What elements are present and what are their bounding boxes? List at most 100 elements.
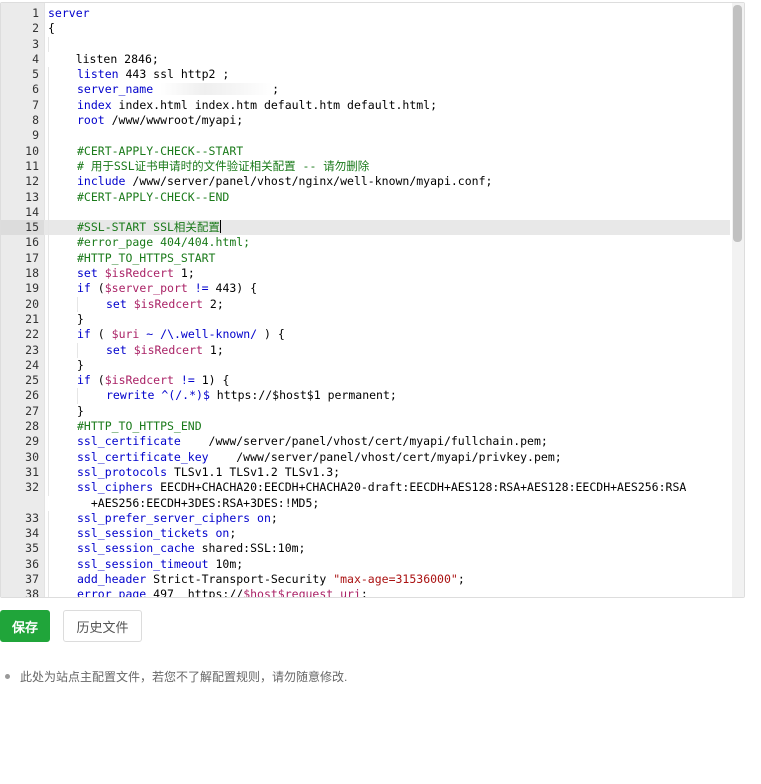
code-line[interactable]: 13 #CERT-APPLY-CHECK--END	[1, 189, 730, 205]
indent-guide	[48, 82, 77, 98]
code-line[interactable]: 19 if ($server_port != 443) {	[1, 281, 730, 297]
code-line[interactable]: 16 #error_page 404/404.html;	[1, 235, 730, 251]
line-number: 28	[25, 419, 39, 434]
code-line[interactable]: 1 server	[1, 6, 730, 21]
code-text[interactable]: rewrite ^(/.*)$ https://$host$1 permanen…	[48, 388, 730, 404]
code-text[interactable]: ssl_prefer_server_ciphers on;	[48, 510, 730, 527]
code-line[interactable]: 9	[1, 128, 730, 144]
code-text[interactable]: #CERT-APPLY-CHECK--END	[48, 189, 730, 205]
bullet-icon	[5, 674, 10, 679]
code-editor[interactable]: 1 server 2{ 3 4 listen 2846; 5 listen 443 …	[0, 2, 745, 598]
code-text[interactable]: set $isRedcert 1;	[48, 342, 730, 358]
code-line[interactable]: 33 ssl_prefer_server_ciphers on;	[1, 510, 730, 527]
code-text[interactable]: #error_page 404/404.html;	[48, 235, 730, 251]
code-line[interactable]: 8 root /www/wwwroot/myapi;	[1, 113, 730, 129]
code-line[interactable]: 11 # 用于SSL证书申请时的文件验证相关配置 -- 请勿删除	[1, 158, 730, 175]
code-line-active[interactable]: 15 #SSL-START SSL相关配置	[1, 220, 730, 236]
history-files-button[interactable]: 历史文件	[63, 610, 142, 642]
indent-guide	[48, 250, 77, 267]
code-text[interactable]: #CERT-APPLY-CHECK--START	[48, 143, 730, 159]
indent-guide	[48, 97, 77, 114]
code-line[interactable]: 24}	[1, 357, 730, 374]
code-text[interactable]: include /www/server/panel/vhost/nginx/we…	[48, 174, 730, 190]
code-text[interactable]: listen 443 ssl http2 ;	[48, 67, 730, 83]
code-line[interactable]: 27}	[1, 403, 730, 420]
code-lines[interactable]: 1 server 2{ 3 4 listen 2846; 5 listen 443 …	[1, 6, 730, 598]
code-text[interactable]: # 用于SSL证书申请时的文件验证相关配置 -- 请勿删除	[48, 158, 730, 175]
code-text[interactable]: ssl_protocols TLSv1.1 TLSv1.2 TLSv1.3;	[48, 464, 730, 481]
code-line[interactable]: 23 set $isRedcert 1;	[1, 342, 730, 358]
code-text[interactable]: }	[48, 311, 730, 328]
code-line[interactable]: 18 set $isRedcert 1;	[1, 266, 730, 282]
indent-guide	[48, 464, 77, 481]
code-text[interactable]: server	[48, 6, 730, 21]
code-line[interactable]: 29 ssl_certificate /www/server/panel/vhos…	[1, 434, 730, 450]
line-number: 29	[25, 434, 39, 449]
redacted-value	[160, 83, 273, 96]
code-text[interactable]: ssl_session_cache shared:SSL:10m;	[48, 541, 730, 557]
code-text[interactable]: set $isRedcert 1;	[48, 266, 730, 282]
code-text[interactable]: ssl_session_tickets on;	[48, 526, 730, 542]
indent-guide	[48, 36, 77, 52]
code-text[interactable]: {	[48, 21, 730, 36]
code-text[interactable]	[48, 36, 730, 52]
code-line[interactable]: 30 ssl_certificate_key /www/server/panel/…	[1, 449, 730, 465]
code-line[interactable]: 36 ssl_session_timeout 10m;	[1, 556, 730, 572]
code-text[interactable]: index index.html index.htm default.htm d…	[48, 97, 730, 114]
save-button[interactable]: 保存	[0, 610, 50, 642]
code-text[interactable]: #HTTP_TO_HTTPS_START	[48, 250, 730, 267]
code-text[interactable]: add_header Strict-Transport-Security "ma…	[48, 571, 730, 588]
code-text[interactable]: set $isRedcert 2;	[48, 296, 730, 312]
code-line[interactable]: 25 if ($isRedcert != 1) {	[1, 373, 730, 389]
code-line[interactable]: 38 error_page 497 https://$host$request_u…	[1, 587, 730, 598]
code-line[interactable]: 4 listen 2846;	[1, 52, 730, 67]
code-line[interactable]: 12 include /www/server/panel/vhost/nginx/…	[1, 174, 730, 190]
code-line[interactable]: 22 if ( $uri ~ /\.well-known/ ) {	[1, 327, 730, 343]
indent-guide	[48, 143, 77, 159]
line-number: 38	[25, 587, 39, 598]
vertical-scrollbar[interactable]	[732, 3, 744, 597]
code-line[interactable]: 2{	[1, 21, 730, 36]
code-text[interactable]: ssl_certificate_key /www/server/panel/vh…	[48, 449, 730, 465]
code-line[interactable]: 20 set $isRedcert 2;	[1, 296, 730, 312]
code-text[interactable]	[48, 204, 730, 221]
code-line[interactable]: 17 #HTTP_TO_HTTPS_START	[1, 250, 730, 267]
code-line[interactable]: 5 listen 443 ssl http2 ;	[1, 67, 730, 83]
code-line[interactable]: 21}	[1, 311, 730, 328]
code-line[interactable]: 34 ssl_session_tickets on;	[1, 526, 730, 542]
code-text[interactable]: }	[48, 357, 730, 374]
code-line[interactable]: 31 ssl_protocols TLSv1.1 TLSv1.2 TLSv1.3;	[1, 464, 730, 481]
code-text[interactable]: ssl_ciphers EECDH+CHACHA20:EECDH+CHACHA2…	[48, 480, 730, 511]
code-line[interactable]: 32 ssl_ciphers EECDH+CHACHA20:EECDH+CHACH…	[1, 480, 730, 511]
code-text[interactable]: error_page 497 https://$host$request_uri…	[48, 587, 730, 597]
config-tip: 此处为站点主配置文件，若您不了解配置规则，请勿随意修改.	[5, 668, 347, 685]
code-text[interactable]: root /www/wwwroot/myapi;	[48, 113, 730, 129]
code-text[interactable]: server_name ;	[48, 82, 730, 98]
line-number: 1	[32, 6, 39, 20]
code-text[interactable]: if ($server_port != 443) {	[48, 281, 730, 297]
line-number: 23	[25, 342, 39, 357]
code-text[interactable]: }	[48, 403, 730, 420]
code-line[interactable]: 10 #CERT-APPLY-CHECK--START	[1, 143, 730, 159]
code-line[interactable]: 3	[1, 36, 730, 52]
code-text[interactable]: #SSL-START SSL相关配置	[48, 220, 730, 236]
code-line[interactable]: 7 index index.html index.htm default.htm …	[1, 97, 730, 114]
indent-guide	[48, 67, 77, 83]
code-token: server	[48, 6, 90, 20]
code-line[interactable]: 35 ssl_session_cache shared:SSL:10m;	[1, 541, 730, 557]
scrollbar-thumb[interactable]	[733, 5, 742, 242]
code-text[interactable]	[48, 128, 730, 144]
indent-guide	[48, 388, 77, 404]
code-line[interactable]: 14	[1, 204, 730, 221]
code-text[interactable]: if ($isRedcert != 1) {	[48, 373, 730, 389]
code-line[interactable]: 28 #HTTP_TO_HTTPS_END	[1, 419, 730, 435]
code-text[interactable]: if ( $uri ~ /\.well-known/ ) {	[48, 327, 730, 343]
code-text[interactable]: listen 2846;	[48, 52, 730, 67]
code-text[interactable]: #HTTP_TO_HTTPS_END	[48, 419, 730, 435]
code-line[interactable]: 37 add_header Strict-Transport-Security "…	[1, 571, 730, 588]
code-text[interactable]: ssl_session_timeout 10m;	[48, 556, 730, 572]
code-line[interactable]: 6 server_name ;	[1, 82, 730, 98]
code-line[interactable]: 26 rewrite ^(/.*)$ https://$host$1 perman…	[1, 388, 730, 404]
line-number: 33	[25, 510, 39, 525]
code-text[interactable]: ssl_certificate /www/server/panel/vhost/…	[48, 434, 730, 450]
